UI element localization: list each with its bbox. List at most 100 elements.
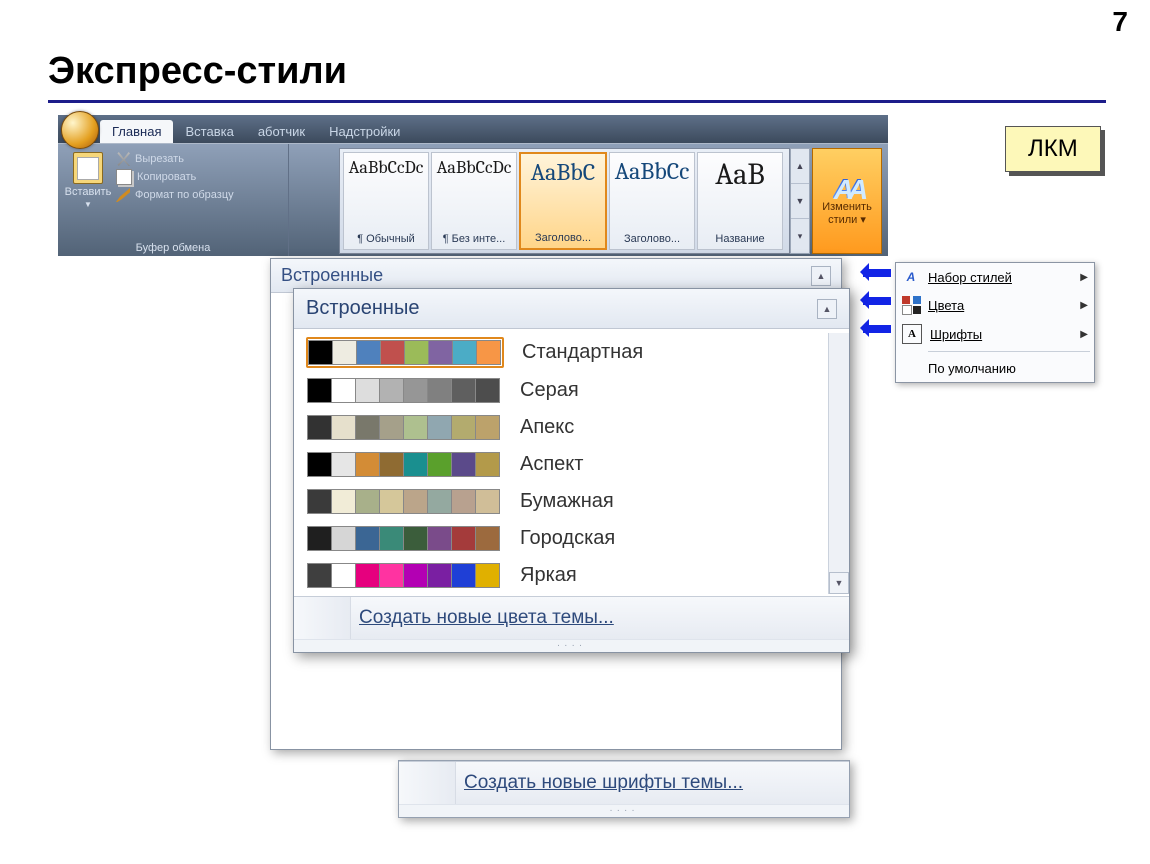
fonts-icon: A [902,324,922,344]
copy-button[interactable]: Копировать [116,169,234,185]
color-scheme-row[interactable]: Стандартная [304,333,828,372]
color-swatch [307,489,332,514]
color-swatch [355,489,380,514]
style-title[interactable]: AaB Название [697,152,783,250]
scroll-up-button[interactable]: ▲ [811,266,831,286]
style-normal[interactable]: AaBbCcDc ¶ Обычный [343,152,429,250]
style-no-spacing[interactable]: AaBbCcDc ¶ Без инте... [431,152,517,250]
styles-gallery[interactable]: AaBbCcDc ¶ Обычный AaBbCcDc ¶ Без инте..… [339,148,790,254]
chevron-down-icon: ▼ [84,200,92,209]
ribbon-body: Вставить ▼ Вырезать Копировать [58,143,888,256]
change-styles-menu: A Набор стилей ▶ Цвета ▶ A Шрифты ▶ По у… [895,262,1095,383]
arrow-icon [855,292,891,308]
style-sample: AaBbCc [615,157,690,185]
resize-grip[interactable]: ···· [399,804,849,817]
cut-label: Вырезать [135,153,184,165]
scheme-name: Аспект [520,453,583,476]
color-swatch [307,526,332,551]
colors-popup-footer: Создать новые цвета темы... [294,596,849,639]
color-swatch [452,340,477,365]
style-sample: AaB [715,157,764,192]
menu-label: Шрифты [930,327,982,342]
color-swatch [451,563,476,588]
color-swatch [307,563,332,588]
tab-addins[interactable]: Надстройки [317,120,412,143]
menu-label: Цвета [928,298,964,313]
color-swatch [403,489,428,514]
color-swatch [307,452,332,477]
change-styles-button[interactable]: AA Изменить стили ▾ [812,148,882,254]
style-heading1[interactable]: AaBbC Заголово... [519,152,607,250]
paste-button[interactable]: Вставить ▼ [64,148,112,242]
color-swatch [331,378,356,403]
color-swatch [403,526,428,551]
menu-colors[interactable]: Цвета ▶ [896,291,1094,319]
title-underline [48,100,1106,103]
group-clipboard-label: Буфер обмена [64,242,282,256]
clipboard-icon [73,152,103,184]
paste-label: Вставить [65,186,112,198]
menu-default[interactable]: По умолчанию [896,354,1094,382]
color-swatch [355,526,380,551]
scroll-up-button[interactable]: ▲ [817,299,837,319]
color-swatch [427,526,452,551]
color-scheme-row[interactable]: Апекс [304,409,828,446]
scheme-name: Апекс [520,416,574,439]
office-button[interactable] [61,111,99,149]
scissors-icon [116,152,130,166]
color-scheme-row[interactable]: Серая [304,372,828,409]
color-scheme-row[interactable]: Городская [304,520,828,557]
slide-title: Экспресс-стили [48,50,347,93]
chevron-right-icon: ▶ [1080,329,1088,340]
color-swatch [451,526,476,551]
gallery-spinner: ▲ ▼ ▾ [790,148,810,254]
color-swatch [403,378,428,403]
color-swatch [476,340,501,365]
menu-fonts[interactable]: A Шрифты ▶ [896,319,1094,349]
change-styles-label1: Изменить [822,201,872,213]
color-swatches [306,337,504,368]
tab-insert[interactable]: Вставка [173,120,245,143]
gallery-up-button[interactable]: ▲ [791,149,809,184]
style-heading2[interactable]: AaBbCc Заголово... [609,152,695,250]
scrollbar[interactable]: ▼ [828,333,849,594]
color-scheme-row[interactable]: Яркая [304,557,828,594]
color-scheme-row[interactable]: Аспект [304,446,828,483]
tab-developer[interactable]: аботчик [246,120,317,143]
ribbon: Главная Вставка аботчик Надстройки Встав… [58,115,888,256]
gallery-more-button[interactable]: ▾ [791,219,809,253]
cut-button[interactable]: Вырезать [116,152,234,166]
create-colors-label: Создать новые цвета темы... [359,607,614,628]
create-new-theme-fonts[interactable]: Создать новые шрифты темы... [456,762,849,804]
color-swatch [307,415,332,440]
color-swatch [355,415,380,440]
color-swatch [331,526,356,551]
color-swatch [355,378,380,403]
color-swatch [403,415,428,440]
gallery-down-button[interactable]: ▼ [791,184,809,219]
chevron-right-icon: ▶ [1080,300,1088,311]
color-swatch [308,340,333,365]
color-swatches [306,561,502,590]
color-swatch [331,415,356,440]
create-new-theme-colors[interactable]: Создать новые цвета темы... [351,597,849,639]
resize-grip[interactable]: ···· [294,639,849,652]
change-styles-icon: AA [833,177,861,201]
style-label: Заголово... [624,233,680,245]
scroll-down-button[interactable]: ▼ [829,572,849,594]
color-swatch [427,378,452,403]
tab-home[interactable]: Главная [100,120,173,143]
color-swatch [403,452,428,477]
style-sample: AaBbCcDc [437,157,512,178]
menu-separator [928,351,1090,352]
color-swatch [427,452,452,477]
format-painter-button[interactable]: Формат по образцу [116,188,234,202]
color-scheme-row[interactable]: Бумажная [304,483,828,520]
style-label: ¶ Обычный [357,233,415,245]
colors-icon [902,296,920,314]
arrow-icon [855,264,891,280]
color-swatch [451,415,476,440]
blank-icon [902,359,920,377]
menu-style-set[interactable]: A Набор стилей ▶ [896,263,1094,291]
clipboard-stack: Вырезать Копировать Формат по образцу [112,148,234,242]
